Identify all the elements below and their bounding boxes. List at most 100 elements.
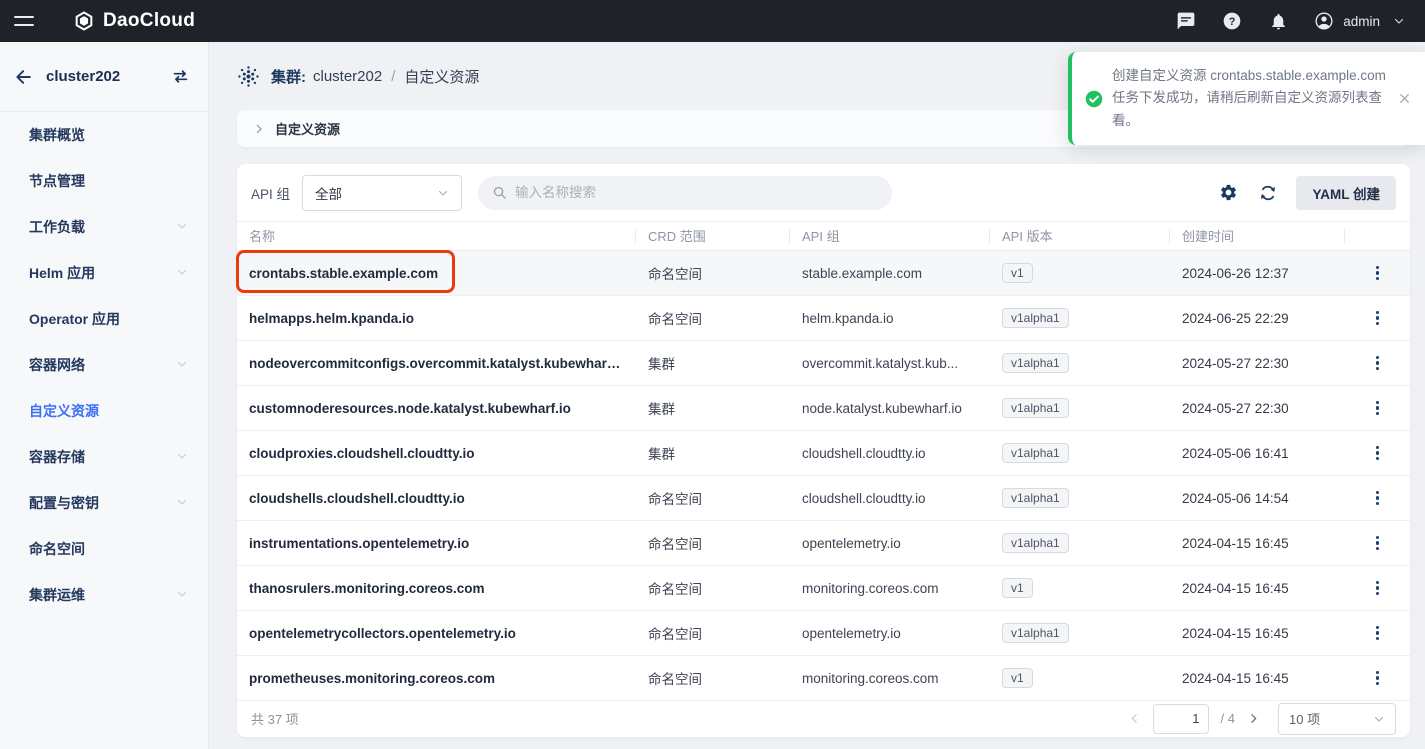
- sidebar: cluster202 集群概览 节点管理 工作负载 Helm 应用 Operat…: [0, 42, 209, 749]
- cell-created-time: 2024-05-27 22:30: [1170, 356, 1345, 371]
- cell-name[interactable]: helmapps.helm.kpanda.io: [237, 311, 636, 326]
- table-row[interactable]: helmapps.helm.kpanda.io 命名空间 helm.kpanda…: [237, 296, 1410, 341]
- column-header-6: [1345, 229, 1410, 244]
- messages-icon[interactable]: [1176, 11, 1196, 31]
- row-actions-kebab-icon[interactable]: [1368, 622, 1387, 645]
- row-actions-kebab-icon[interactable]: [1368, 307, 1387, 330]
- sidebar-item-operator-apps[interactable]: Operator 应用: [0, 296, 208, 342]
- prev-page-icon[interactable]: [1128, 712, 1141, 725]
- sidebar-item-custom-resources[interactable]: 自定义资源: [0, 388, 208, 434]
- user-menu[interactable]: admin: [1314, 11, 1409, 31]
- refresh-icon[interactable]: [1258, 183, 1278, 203]
- cell-api-version: v1: [990, 578, 1170, 598]
- table-row[interactable]: cloudproxies.cloudshell.cloudtty.io 集群 c…: [237, 431, 1410, 476]
- table-row[interactable]: nodeovercommitconfigs.overcommit.katalys…: [237, 341, 1410, 386]
- toolbar: API 组 全部 YAML 创建: [237, 164, 1410, 221]
- sidebar-item-node-management[interactable]: 节点管理: [0, 158, 208, 204]
- cell-name[interactable]: cloudshells.cloudshell.cloudtty.io: [237, 491, 636, 506]
- help-icon[interactable]: ?: [1222, 11, 1242, 31]
- api-group-filter-label: API 组: [251, 183, 290, 203]
- column-header-4: API 版本: [990, 229, 1170, 244]
- cell-name[interactable]: opentelemetrycollectors.opentelemetry.io: [237, 626, 636, 641]
- sidebar-item-config-secrets[interactable]: 配置与密钥: [0, 480, 208, 526]
- sidebar-item-container-network[interactable]: 容器网络: [0, 342, 208, 388]
- chevron-down-icon: [176, 449, 188, 465]
- table-row[interactable]: thanosrulers.monitoring.coreos.com 命名空间 …: [237, 566, 1410, 611]
- back-arrow-icon[interactable]: [14, 67, 34, 87]
- cell-name[interactable]: crontabs.stable.example.com: [237, 266, 636, 281]
- toast-close-icon[interactable]: [1398, 65, 1411, 132]
- chevron-down-icon: [176, 265, 188, 281]
- cell-created-time: 2024-04-15 16:45: [1170, 536, 1345, 551]
- menu-toggle-icon[interactable]: [14, 16, 34, 26]
- table-body: crontabs.stable.example.com 命名空间 stable.…: [237, 251, 1410, 701]
- cell-crd-scope: 集群: [636, 443, 790, 463]
- topbar: DaoCloud ? admin: [0, 0, 1425, 42]
- next-page-icon[interactable]: [1247, 712, 1260, 725]
- cell-name[interactable]: customnoderesources.node.katalyst.kubewh…: [237, 401, 636, 416]
- breadcrumb-current-page: 自定义资源: [404, 66, 479, 87]
- search-input[interactable]: [515, 185, 878, 200]
- sidebar-item-helm-apps[interactable]: Helm 应用: [0, 250, 208, 296]
- cell-api-version: v1alpha1: [990, 488, 1170, 508]
- settings-gear-icon[interactable]: [1219, 183, 1238, 202]
- api-group-select[interactable]: 全部: [302, 175, 462, 211]
- page-size-select[interactable]: 10 项: [1278, 703, 1396, 735]
- row-actions-kebab-icon[interactable]: [1368, 262, 1387, 285]
- breadcrumb-separator: /: [389, 68, 397, 85]
- row-actions-kebab-icon[interactable]: [1368, 352, 1387, 375]
- cell-api-version: v1: [990, 263, 1170, 283]
- svg-text:?: ?: [1229, 16, 1236, 28]
- table-row[interactable]: cloudshells.cloudshell.cloudtty.io 命名空间 …: [237, 476, 1410, 521]
- cell-api-version: v1alpha1: [990, 443, 1170, 463]
- sidebar-item-cluster-ops[interactable]: 集群运维: [0, 572, 208, 618]
- row-actions-kebab-icon[interactable]: [1368, 397, 1387, 420]
- page-number-input[interactable]: [1153, 704, 1209, 734]
- table-row[interactable]: customnoderesources.node.katalyst.kubewh…: [237, 386, 1410, 431]
- cell-name[interactable]: instrumentations.opentelemetry.io: [237, 536, 636, 551]
- cell-created-time: 2024-04-15 16:45: [1170, 626, 1345, 641]
- row-actions-kebab-icon[interactable]: [1368, 577, 1387, 600]
- cell-api-version: v1: [990, 668, 1170, 688]
- tab-chevron-icon[interactable]: [253, 123, 265, 135]
- cell-name[interactable]: thanosrulers.monitoring.coreos.com: [237, 581, 636, 596]
- notifications-bell-icon[interactable]: [1268, 11, 1288, 31]
- cell-actions: [1345, 577, 1410, 600]
- sidebar-item-container-storage[interactable]: 容器存储: [0, 434, 208, 480]
- row-actions-kebab-icon[interactable]: [1368, 532, 1387, 555]
- sidebar-item-workloads[interactable]: 工作负载: [0, 204, 208, 250]
- cell-api-group: stable.example.com: [790, 266, 990, 281]
- yaml-create-button[interactable]: YAML 创建: [1296, 176, 1396, 210]
- chevron-down-icon: [176, 495, 188, 511]
- cluster-dots-icon: [237, 65, 260, 88]
- version-badge: v1alpha1: [1002, 623, 1069, 643]
- cell-name[interactable]: cloudproxies.cloudshell.cloudtty.io: [237, 446, 636, 461]
- cell-actions: [1345, 352, 1410, 375]
- cell-crd-scope: 命名空间: [636, 668, 790, 688]
- sidebar-item-label: Operator 应用: [29, 309, 188, 329]
- brand-logo[interactable]: DaoCloud: [74, 10, 195, 32]
- cell-name[interactable]: nodeovercommitconfigs.overcommit.katalys…: [237, 356, 636, 371]
- column-header-1: 名称: [237, 229, 636, 244]
- api-group-selected-value: 全部: [315, 183, 437, 203]
- cell-name[interactable]: prometheuses.monitoring.coreos.com: [237, 671, 636, 686]
- table-row[interactable]: opentelemetrycollectors.opentelemetry.io…: [237, 611, 1410, 656]
- sidebar-item-cluster-overview[interactable]: 集群概览: [0, 112, 208, 158]
- chevron-down-icon: [176, 219, 188, 235]
- cell-actions: [1345, 667, 1410, 690]
- sidebar-item-label: 自定义资源: [29, 401, 188, 421]
- table-row[interactable]: crontabs.stable.example.com 命名空间 stable.…: [237, 251, 1410, 296]
- switch-cluster-icon[interactable]: [171, 67, 190, 86]
- row-actions-kebab-icon[interactable]: [1368, 487, 1387, 510]
- table-row[interactable]: prometheuses.monitoring.coreos.com 命名空间 …: [237, 656, 1410, 701]
- tab-custom-resources[interactable]: 自定义资源: [275, 119, 340, 138]
- cell-actions: [1345, 487, 1410, 510]
- cell-api-version: v1alpha1: [990, 308, 1170, 328]
- row-actions-kebab-icon[interactable]: [1368, 667, 1387, 690]
- sidebar-item-label: 容器存储: [29, 447, 176, 467]
- breadcrumb-cluster-name[interactable]: cluster202: [313, 68, 382, 85]
- row-actions-kebab-icon[interactable]: [1368, 442, 1387, 465]
- sidebar-item-namespaces[interactable]: 命名空间: [0, 526, 208, 572]
- table-row[interactable]: instrumentations.opentelemetry.io 命名空间 o…: [237, 521, 1410, 566]
- cell-created-time: 2024-04-15 16:45: [1170, 581, 1345, 596]
